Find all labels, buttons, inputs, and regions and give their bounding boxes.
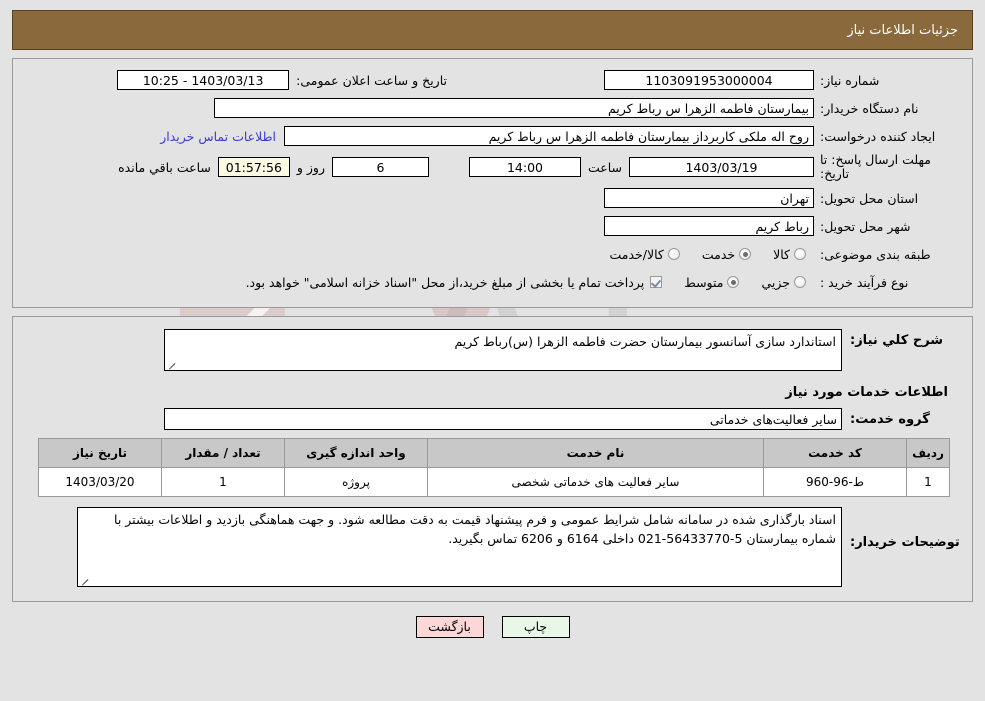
buyer-notes-label: توضیحات خریدار: (850, 535, 960, 550)
requester-value: روح اله ملکی کاربرداز بیمارستان فاطمه ال… (284, 126, 814, 146)
buyer-contact-link[interactable]: اطلاعات تماس خریدار (152, 129, 284, 144)
cell-need-date: 1403/03/20 (38, 467, 162, 497)
buyer-org-label: نام دستگاه خریدار: (820, 100, 919, 116)
row-deadline: مهلت ارسال پاسخ: تا تاریخ: 1403/03/19 سا… (21, 153, 964, 181)
col-quantity: تعداد / مقدار (161, 438, 285, 468)
need-description-textarea[interactable]: استاندارد سازی آسانسور بیمارستان حضرت فا… (164, 329, 842, 371)
col-service-code: کد خدمت (763, 438, 907, 468)
deadline-label: مهلت ارسال پاسخ: تا تاریخ: (820, 152, 931, 181)
col-unit: واحد اندازه گیری (284, 438, 428, 468)
radio-category-kala-khedmat[interactable] (667, 248, 680, 260)
radio-category-khedmat-label: خدمت (701, 246, 736, 262)
radio-category-kala[interactable] (794, 248, 806, 260)
province-value: تهران (604, 188, 814, 208)
row-city: شهر محل تحویل: رباط کریم (21, 215, 964, 237)
purchase-process-label: نوع فرآیند خرید : (820, 274, 909, 290)
row-need-number: شماره نیاز: 1103091953000004 تاریخ و ساع… (21, 69, 964, 91)
need-details-panel: شرح کلي نیاز: استاندارد سازی آسانسور بیم… (12, 316, 973, 602)
services-section-title: اطلاعات خدمات مورد نیاز (785, 385, 948, 400)
table-row: 1 ط-96-960 سایر فعالیت های خدماتی شخصی پ… (38, 467, 950, 497)
cell-quantity: 1 (161, 467, 285, 497)
row-category: طبقه بندی موضوعی: کالا خدمت کالا/خدمت (21, 243, 964, 265)
treasury-docs-text: پرداخت تمام یا بخشی از مبلغ خرید،از محل … (245, 274, 645, 290)
col-service-name: نام خدمت (427, 438, 764, 468)
page-title: جزئیات اطلاعات نیاز (847, 22, 958, 38)
col-row-no: ردیف (906, 438, 950, 468)
buyer-org-value: بیمارستان فاطمه الزهرا س رباط کریم (214, 98, 814, 118)
need-number-label: شماره نیاز: (820, 72, 880, 88)
process-radio-group: جزیي متوسط (670, 275, 814, 290)
services-table: ردیف کد خدمت نام خدمت واحد اندازه گیری ت… (38, 438, 950, 497)
table-header-row: ردیف کد خدمت نام خدمت واحد اندازه گیری ت… (38, 438, 950, 468)
remaining-hours-label: ساعت باقي مانده (118, 159, 211, 175)
cell-service-code: ط-96-960 (763, 467, 907, 497)
treasury-docs-checkbox[interactable] (650, 276, 663, 288)
service-group-value: سایر فعالیت‌های خدماتی (164, 408, 842, 430)
back-button[interactable]: بازگشت (415, 616, 484, 638)
col-need-date: تاریخ نیاز (38, 438, 162, 468)
row-province: استان محل تحویل: تهران (21, 187, 964, 209)
page-root: جزئیات اطلاعات نیاز شماره نیاز: 11030919… (0, 10, 985, 638)
days-label: روز و (296, 159, 325, 175)
cell-service-name: سایر فعالیت های خدماتی شخصی (427, 467, 764, 497)
service-group-label: گروه خدمت: (850, 411, 930, 427)
remaining-time-value: 01:57:56 (217, 157, 290, 177)
row-buyer-org: نام دستگاه خریدار: بیمارستان فاطمه الزهر… (21, 97, 964, 119)
hour-label: ساعت (587, 159, 622, 175)
need-number-value: 1103091953000004 (604, 70, 814, 90)
radio-process-jozee-label: جزیي (761, 274, 790, 290)
resize-grip-icon[interactable] (80, 575, 90, 585)
province-label: استان محل تحویل: (820, 190, 919, 206)
need-description-label: شرح کلي نیاز: (850, 333, 944, 348)
radio-process-motavaset[interactable] (727, 276, 740, 288)
cell-unit: پروژه (284, 467, 428, 497)
requester-label: ایجاد کننده درخواست: (820, 128, 936, 144)
radio-category-kala-khedmat-label: کالا/خدمت (609, 246, 664, 262)
radio-process-motavaset-label: متوسط (684, 274, 724, 290)
row-purchase-process: نوع فرآیند خرید : جزیي متوسط پرداخت تمام… (21, 271, 964, 293)
remaining-days-value: 6 (331, 157, 429, 177)
row-buyer-notes: توضیحات خریدار: اسناد بارگذاری شده در سا… (23, 507, 962, 587)
category-label: طبقه بندی موضوعی: (820, 246, 931, 262)
category-radio-group: کالا خدمت کالا/خدمت (595, 247, 814, 262)
deadline-date-value: 1403/03/19 (629, 157, 814, 177)
radio-category-kala-label: کالا (773, 246, 790, 262)
footer-button-bar: چاپ بازگشت (0, 616, 985, 638)
page-header: جزئیات اطلاعات نیاز (12, 10, 973, 50)
need-summary-panel: شماره نیاز: 1103091953000004 تاریخ و ساع… (12, 58, 973, 308)
deadline-hour-value: 14:00 (468, 157, 581, 177)
row-requester: ایجاد کننده درخواست: روح اله ملکی کاربرد… (21, 125, 964, 147)
radio-process-jozee[interactable] (794, 276, 806, 288)
row-service-group: گروه خدمت: سایر فعالیت‌های خدماتی (23, 408, 962, 430)
cell-row-no: 1 (906, 467, 950, 497)
city-label: شهر محل تحویل: (820, 218, 911, 234)
announce-datetime-value: 1403/03/13 - 10:25 (117, 70, 290, 90)
radio-category-khedmat[interactable] (739, 248, 752, 260)
resize-grip-icon[interactable] (167, 359, 177, 369)
city-value: رباط کریم (604, 216, 814, 236)
buyer-notes-textarea[interactable]: اسناد بارگذاری شده در سامانه شامل شرایط … (77, 507, 842, 587)
announce-datetime-label: تاریخ و ساعت اعلان عمومی: (296, 72, 447, 88)
row-need-description: شرح کلي نیاز: استاندارد سازی آسانسور بیم… (23, 329, 962, 371)
print-button[interactable]: چاپ (501, 616, 570, 638)
